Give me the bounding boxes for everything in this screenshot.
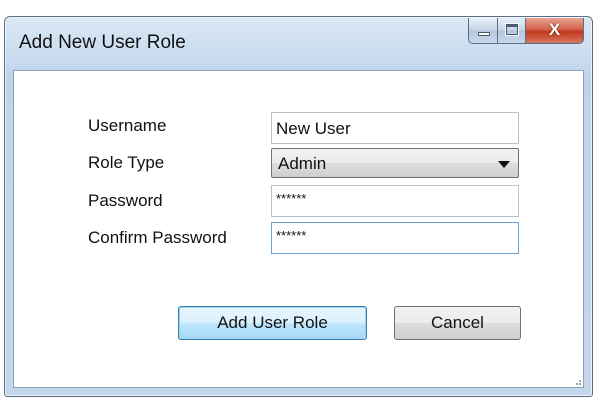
minimize-button[interactable] — [468, 18, 498, 44]
username-label: Username — [88, 116, 167, 135]
cancel-button[interactable]: Cancel — [394, 306, 521, 340]
role-type-label: Role Type — [88, 153, 165, 172]
caption-buttons: X — [468, 18, 584, 44]
confirm-password-label: Confirm Password — [88, 228, 227, 247]
maximize-button[interactable] — [498, 18, 526, 44]
resize-grip-icon[interactable] — [571, 375, 581, 385]
minimize-icon — [478, 32, 490, 36]
close-button[interactable]: X — [526, 18, 584, 44]
dialog-window: Add New User Role X Username New User Ro… — [4, 16, 593, 397]
role-type-select[interactable]: Admin — [271, 148, 519, 178]
title-bar[interactable]: Add New User Role X — [5, 17, 592, 67]
close-icon: X — [548, 20, 561, 39]
chevron-down-icon — [498, 161, 510, 168]
window-title: Add New User Role — [19, 32, 186, 53]
dialog-content: Username New User Role Type Admin Passwo… — [13, 70, 584, 388]
confirm-password-input[interactable]: ****** — [271, 222, 519, 254]
role-type-value: Admin — [278, 154, 327, 173]
password-input[interactable]: ****** — [271, 185, 519, 217]
maximize-icon — [506, 24, 518, 35]
username-input[interactable]: New User — [271, 112, 519, 144]
add-user-role-button[interactable]: Add User Role — [178, 306, 367, 340]
password-label: Password — [88, 191, 163, 210]
